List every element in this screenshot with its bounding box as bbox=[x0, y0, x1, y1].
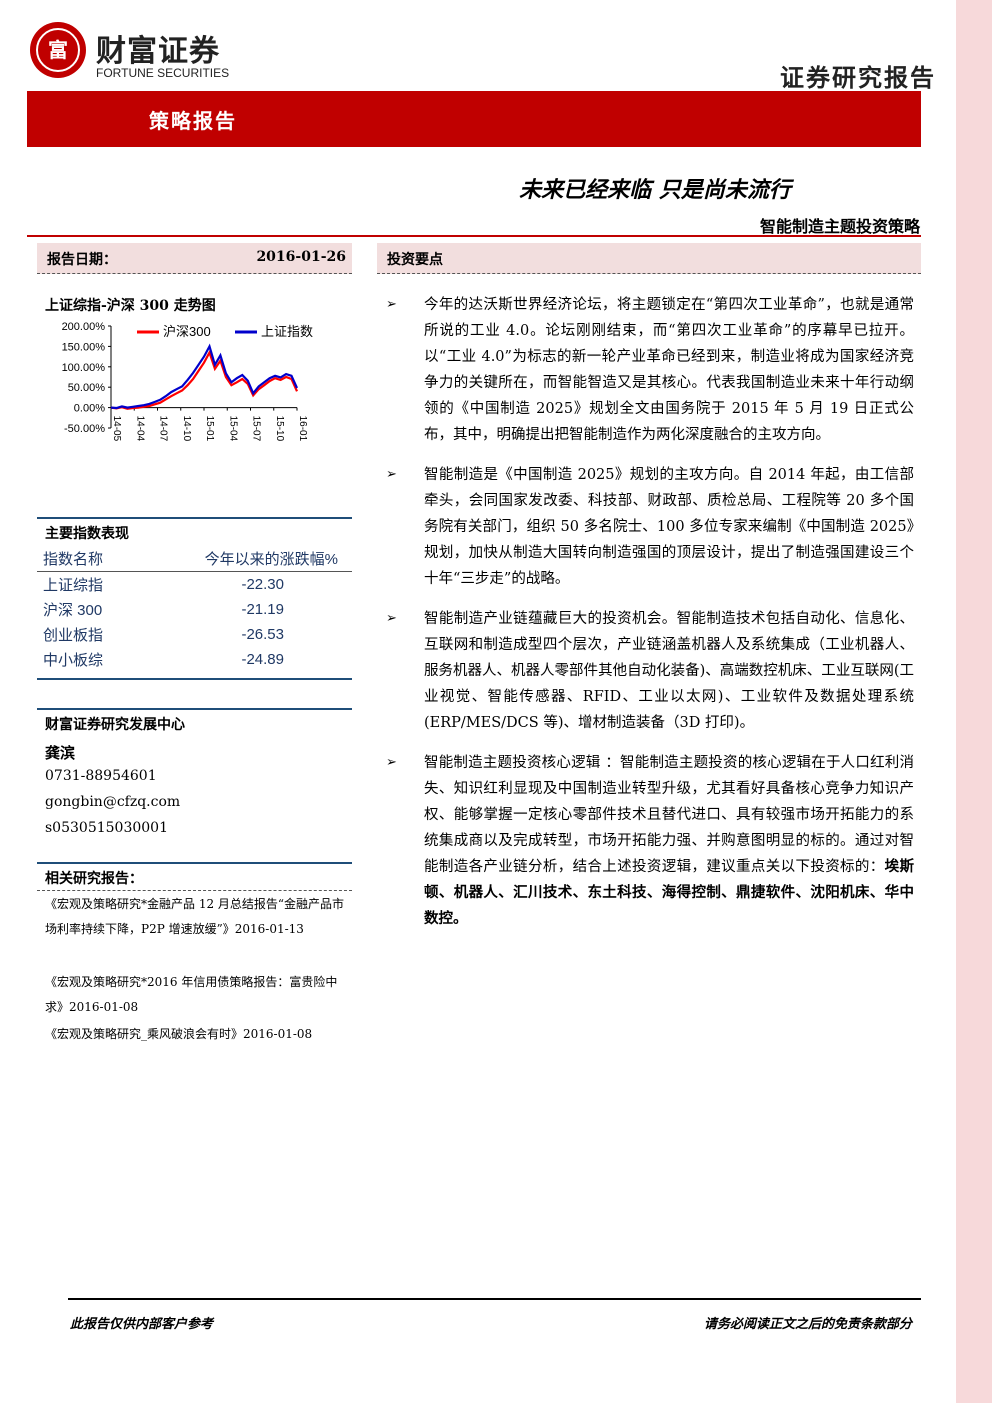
footer-divider bbox=[68, 1298, 921, 1300]
section-divider bbox=[37, 862, 352, 864]
analyst-phone: 0731-88954601 bbox=[45, 768, 157, 784]
table-row: 中小板综 -24.89 bbox=[37, 647, 352, 672]
x-tick-label: 16-01 bbox=[297, 416, 308, 442]
x-tick-label: 15-04 bbox=[227, 416, 238, 442]
main-title: 未来已经来临 只是尚未流行 bbox=[519, 177, 791, 203]
report-date-value: 2016-01-26 bbox=[256, 249, 346, 265]
chart-title: 上证综指-沪深 300 走势图 bbox=[45, 298, 216, 314]
index-table-title: 主要指数表现 bbox=[45, 526, 129, 542]
x-tick-label: 15-10 bbox=[274, 416, 285, 442]
table-row: 沪深 300 -21.19 bbox=[37, 597, 352, 622]
dashed-divider bbox=[37, 890, 352, 891]
highlights-list: ➢ 今年的达沃斯世界经济论坛，将主题锁定在“第四次工业革命”，也就是通常所说的工… bbox=[384, 292, 914, 946]
table-header-name: 指数名称 bbox=[37, 546, 138, 572]
y-tick-label: 100.00% bbox=[62, 362, 106, 374]
sub-title: 智能制造主题投资策略 bbox=[759, 217, 920, 236]
related-report-item[interactable]: 《宏观及策略研究*2016 年信用债策略报告：富贵险中求》2016-01-08 bbox=[45, 970, 350, 1020]
y-tick-label: 150.00% bbox=[62, 341, 106, 353]
list-item: ➢ 智能制造产业链蕴藏巨大的投资机会。智能制造技术包括自动化、信息化、互联网和制… bbox=[384, 606, 914, 736]
arrow-bullet-icon: ➢ bbox=[386, 467, 397, 482]
highlights-bar: 投资要点 bbox=[377, 243, 921, 274]
arrow-bullet-icon: ➢ bbox=[386, 611, 397, 626]
brand-name-en: FORTUNE SECURITIES bbox=[96, 66, 230, 80]
list-item: ➢ 今年的达沃斯世界经济论坛，将主题锁定在“第四次工业革命”，也就是通常所说的工… bbox=[384, 292, 914, 448]
report-date-label: 报告日期： bbox=[47, 252, 117, 268]
table-header-change: 今年以来的涨跌幅% bbox=[137, 546, 352, 572]
x-tick-label: 15-01 bbox=[204, 416, 215, 442]
logo-glyph: 富 bbox=[36, 28, 80, 72]
highlight-text: 智能制造产业链蕴藏巨大的投资机会。智能制造技术包括自动化、信息化、互联网和制造成… bbox=[424, 611, 914, 731]
red-banner: 策略报告 bbox=[27, 91, 921, 147]
analyst-email[interactable]: gongbin@cfzq.com bbox=[45, 794, 180, 810]
section-divider bbox=[37, 517, 352, 519]
y-tick-label: -50.00% bbox=[64, 423, 105, 435]
y-tick-label: 0.00% bbox=[74, 403, 105, 415]
logo-icon: 富 bbox=[30, 22, 86, 78]
related-report-item[interactable]: 《宏观及策略研究_乘风破浪会有时》2016-01-08 bbox=[45, 1022, 350, 1047]
index-name: 中小板综 bbox=[43, 652, 104, 669]
index-change: -26.53 bbox=[241, 626, 284, 643]
footer-left-note: 此报告仅供内部客户参考 bbox=[70, 1317, 214, 1332]
research-center: 财富证券研究发展中心 bbox=[45, 717, 185, 733]
index-change: -24.89 bbox=[241, 651, 284, 668]
series-line bbox=[110, 349, 299, 410]
table-row: 创业板指 -26.53 bbox=[37, 622, 352, 647]
legend-label: 上证指数 bbox=[261, 324, 313, 339]
legend-label: 沪深300 bbox=[163, 324, 211, 339]
title-divider bbox=[27, 235, 921, 237]
banner-label: 策略报告 bbox=[149, 109, 237, 133]
index-trend-chart: 200.00% 150.00% 100.00% 50.00% 0.00% -50.00% 1… bbox=[62, 321, 313, 442]
highlight-text: 今年的达沃斯世界经济论坛，将主题锁定在“第四次工业革命”，也就是通常所说的工业 … bbox=[424, 297, 914, 443]
table-header-row: 指数名称 今年以来的涨跌幅% bbox=[37, 546, 352, 572]
page-side-strip bbox=[956, 0, 992, 1403]
highlight-text: 智能制造是《中国制造 2025》规划的主攻方向。自 2014 年起，由工信部牵头… bbox=[424, 467, 914, 587]
highlight-text: 智能制造主题投资核心逻辑 ：智能制造主题投资的核心逻辑在于人口红利消失、知识红利… bbox=[424, 755, 914, 875]
x-tick-label: 14-05 bbox=[111, 416, 122, 442]
list-item: ➢ 智能制造是《中国制造 2025》规划的主攻方向。自 2014 年起，由工信部… bbox=[384, 462, 914, 592]
series-line bbox=[110, 343, 299, 410]
x-tick-label: 14-07 bbox=[158, 416, 169, 442]
analyst-cert-number: s0530515030001 bbox=[45, 820, 168, 836]
index-name: 创业板指 bbox=[43, 627, 104, 644]
report-date-bar: 报告日期： 2016-01-26 bbox=[37, 243, 352, 274]
index-change: -22.30 bbox=[241, 576, 284, 593]
arrow-bullet-icon: ➢ bbox=[386, 755, 397, 770]
table-row: 上证综指 -22.30 bbox=[37, 572, 352, 598]
report-type: 证券研究报告 bbox=[780, 63, 936, 92]
list-item: ➢ 智能制造主题投资核心逻辑 ：智能制造主题投资的核心逻辑在于人口红利消失、知识… bbox=[384, 750, 914, 932]
arrow-bullet-icon: ➢ bbox=[386, 297, 397, 312]
x-tick-label: 15-07 bbox=[251, 416, 262, 442]
index-performance-table: 指数名称 今年以来的涨跌幅% 上证综指 -22.30 沪深 300 -21.19… bbox=[37, 546, 352, 672]
x-tick-label: 14-04 bbox=[134, 416, 145, 442]
brand-name-cn: 财富证券 bbox=[96, 34, 220, 69]
section-divider bbox=[37, 678, 352, 680]
y-tick-label: 200.00% bbox=[62, 321, 106, 333]
section-divider bbox=[37, 708, 352, 710]
highlights-label: 投资要点 bbox=[387, 252, 443, 268]
analyst-name: 龚滨 bbox=[45, 744, 76, 762]
y-tick-label: 50.00% bbox=[68, 382, 106, 394]
footer-disclaimer-note: 请务必阅读正文之后的免责条款部分 bbox=[703, 1317, 912, 1332]
index-change: -21.19 bbox=[241, 601, 284, 618]
index-name: 上证综指 bbox=[43, 577, 104, 594]
index-name: 沪深 300 bbox=[43, 602, 103, 619]
related-reports-title: 相关研究报告： bbox=[45, 871, 143, 887]
related-report-item[interactable]: 《宏观及策略研究*金融产品 12 月总结报告“金融产品市场利率持续下降，P2P … bbox=[45, 892, 350, 942]
x-tick-label: 14-10 bbox=[181, 416, 192, 442]
